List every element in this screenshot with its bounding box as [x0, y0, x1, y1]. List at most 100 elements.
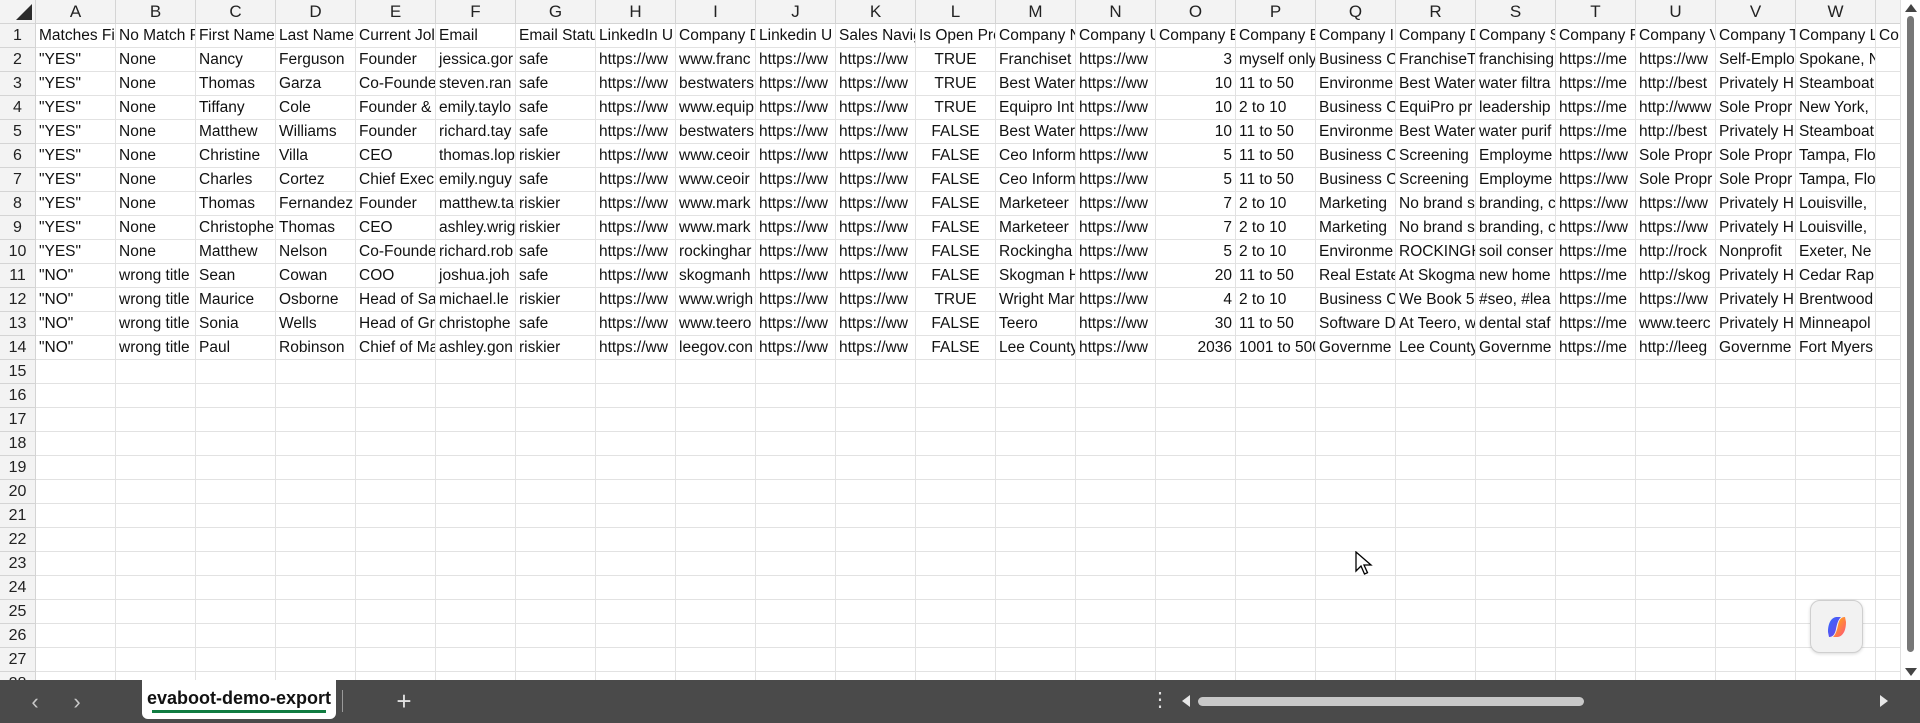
cell[interactable]: Privately H	[1716, 120, 1796, 144]
cell[interactable]: Is Open Pro	[916, 24, 996, 48]
row-header[interactable]: 11	[0, 264, 36, 288]
cell[interactable]	[1156, 600, 1236, 624]
cell[interactable]	[276, 624, 356, 648]
cell[interactable]	[1236, 600, 1316, 624]
cell[interactable]: Matches Fi	[36, 24, 116, 48]
cell[interactable]	[1476, 672, 1556, 680]
cell[interactable]: FranchiseT	[1396, 48, 1476, 72]
cell[interactable]: Steamboat	[1796, 120, 1876, 144]
cell[interactable]: "NO"	[36, 288, 116, 312]
row-header[interactable]: 17	[0, 408, 36, 432]
row-header[interactable]: 18	[0, 432, 36, 456]
cell[interactable]: Company E	[1236, 24, 1316, 48]
cell[interactable]: richard.tay	[436, 120, 516, 144]
cell[interactable]: Co-Founde	[356, 240, 436, 264]
cell[interactable]: 11 to 50	[1236, 312, 1316, 336]
cell[interactable]: CEO	[356, 216, 436, 240]
cell[interactable]: Ceo Inform	[996, 168, 1076, 192]
cell[interactable]: https://ww	[836, 48, 916, 72]
cell[interactable]	[676, 600, 756, 624]
cell[interactable]: https://ww	[836, 144, 916, 168]
cell[interactable]: www.teerc	[1636, 312, 1716, 336]
cell[interactable]: Brentwood	[1796, 288, 1876, 312]
cell[interactable]	[1636, 528, 1716, 552]
scroll-left-icon[interactable]	[1182, 695, 1190, 707]
cell[interactable]: https://ww	[756, 240, 836, 264]
cell[interactable]	[916, 648, 996, 672]
cell[interactable]: Robinson	[276, 336, 356, 360]
cell[interactable]: 2036	[1156, 336, 1236, 360]
cell[interactable]	[1076, 576, 1156, 600]
cell[interactable]	[1796, 480, 1876, 504]
cell[interactable]: https://ww	[1636, 48, 1716, 72]
cell[interactable]	[756, 624, 836, 648]
column-header-a[interactable]: A	[36, 0, 116, 24]
cell[interactable]: https://ww	[596, 168, 676, 192]
cell[interactable]	[1476, 408, 1556, 432]
cell[interactable]: https://ww	[756, 144, 836, 168]
cell[interactable]	[996, 432, 1076, 456]
cell-grid[interactable]: ABCDEFGHIJKLMNOPQRSTUVWX 1Matches FiNo M…	[0, 0, 1920, 680]
cell[interactable]: None	[116, 168, 196, 192]
cell[interactable]	[1796, 456, 1876, 480]
cell[interactable]: safe	[516, 48, 596, 72]
cell[interactable]	[916, 624, 996, 648]
row-header[interactable]: 15	[0, 360, 36, 384]
cell[interactable]	[1316, 648, 1396, 672]
cell[interactable]: New York,	[1796, 96, 1876, 120]
cell[interactable]: We Book 5	[1396, 288, 1476, 312]
cell[interactable]: FALSE	[916, 264, 996, 288]
cell[interactable]	[1716, 432, 1796, 456]
cell[interactable]: Equipro Int	[996, 96, 1076, 120]
cell[interactable]	[596, 672, 676, 680]
cell[interactable]	[916, 600, 996, 624]
cell[interactable]: "YES"	[36, 216, 116, 240]
cell[interactable]	[1636, 552, 1716, 576]
cell[interactable]	[1316, 600, 1396, 624]
cell[interactable]: None	[116, 120, 196, 144]
cell[interactable]: CEO	[356, 144, 436, 168]
cell[interactable]: https://ww	[596, 312, 676, 336]
cell[interactable]: 10	[1156, 72, 1236, 96]
horizontal-scrollbar[interactable]	[1178, 690, 1892, 712]
cell[interactable]: https://ww	[1636, 288, 1716, 312]
cell[interactable]	[1636, 480, 1716, 504]
cell[interactable]	[1796, 552, 1876, 576]
cell[interactable]	[516, 432, 596, 456]
cell[interactable]	[1156, 552, 1236, 576]
cell[interactable]	[196, 408, 276, 432]
cell[interactable]	[356, 504, 436, 528]
cell[interactable]: Chief of Ma	[356, 336, 436, 360]
cell[interactable]	[756, 648, 836, 672]
cell[interactable]: Email	[436, 24, 516, 48]
cell[interactable]	[756, 552, 836, 576]
cell[interactable]	[1396, 360, 1476, 384]
cell[interactable]: emily.nguy	[436, 168, 516, 192]
cell[interactable]	[596, 480, 676, 504]
cell[interactable]: 10	[1156, 96, 1236, 120]
cell[interactable]	[116, 408, 196, 432]
cell[interactable]: https://ww	[836, 192, 916, 216]
cell[interactable]: Self-Emplo	[1716, 48, 1796, 72]
cell[interactable]: https://ww	[1076, 120, 1156, 144]
cell[interactable]: Villa	[276, 144, 356, 168]
cell[interactable]	[196, 480, 276, 504]
cell[interactable]: https://ww	[836, 120, 916, 144]
vertical-scroll-thumb[interactable]	[1907, 16, 1914, 652]
cell[interactable]: Current Jol	[356, 24, 436, 48]
cell[interactable]: Lee County	[996, 336, 1076, 360]
cell[interactable]: http://www	[1636, 96, 1716, 120]
cell[interactable]	[916, 672, 996, 680]
cell[interactable]	[916, 528, 996, 552]
cell[interactable]	[756, 360, 836, 384]
row-header[interactable]: 13	[0, 312, 36, 336]
cell[interactable]	[596, 456, 676, 480]
cell[interactable]	[1636, 624, 1716, 648]
cell[interactable]: Founder &	[356, 96, 436, 120]
cell[interactable]: Company S	[1476, 24, 1556, 48]
cell[interactable]	[1636, 504, 1716, 528]
cell[interactable]: TRUE	[916, 48, 996, 72]
cell[interactable]: emily.taylo	[436, 96, 516, 120]
cell[interactable]	[436, 456, 516, 480]
cell[interactable]: safe	[516, 96, 596, 120]
